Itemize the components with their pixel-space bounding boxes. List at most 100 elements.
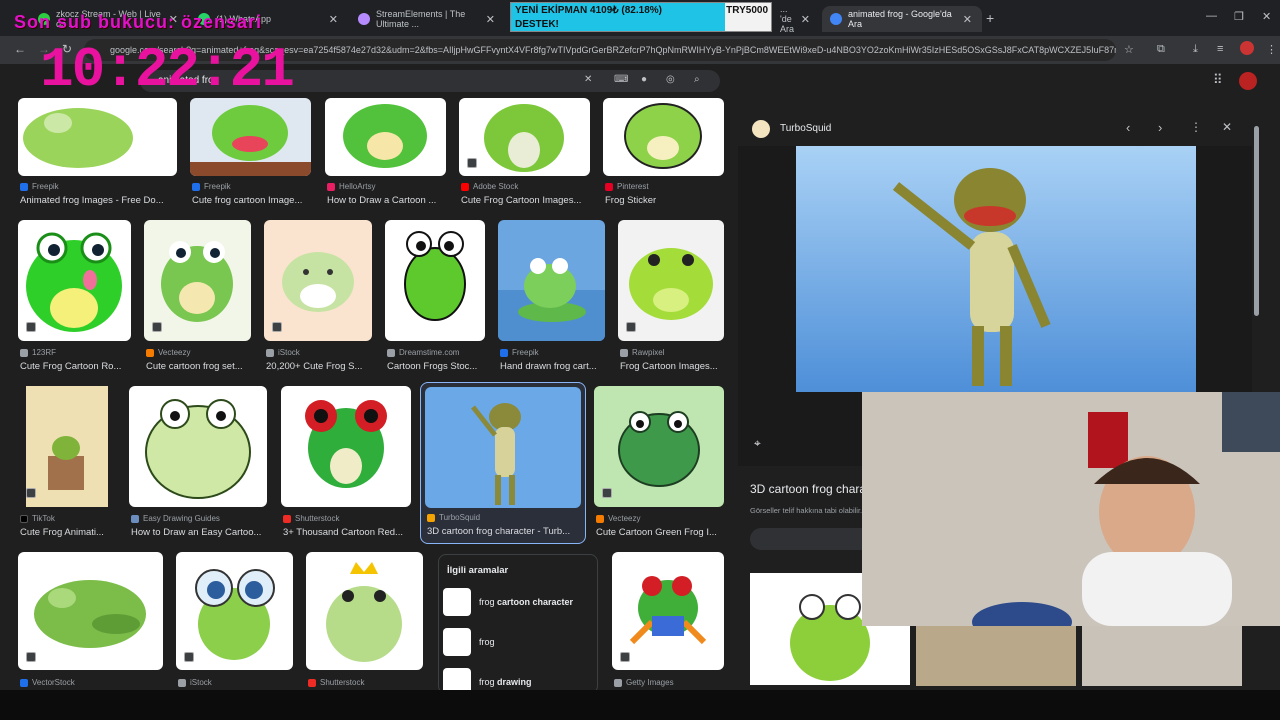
close-icon[interactable]: ✕ (486, 13, 495, 26)
result-title[interactable]: Cute Frog Cartoon Images... (461, 195, 592, 206)
related-image[interactable] (916, 626, 1076, 686)
profile-avatar[interactable] (1240, 41, 1254, 55)
more-options-icon[interactable]: ⋮ (1190, 120, 1202, 134)
related-search-item[interactable]: frog drawing (443, 667, 595, 690)
previous-icon[interactable]: ‹ (1126, 120, 1130, 135)
result-thumbnail[interactable] (18, 552, 163, 670)
image-results-grid: Freepik Animated frog Images - Free Do..… (0, 98, 738, 690)
close-window-icon[interactable]: ✕ (1262, 10, 1271, 23)
result-thumbnail[interactable] (18, 98, 177, 176)
media-icon[interactable]: ≡ (1217, 43, 1223, 55)
result-title[interactable]: 3+ Thousand Cartoon Red... (283, 527, 413, 538)
source-label: Dreamstime.com (399, 348, 460, 357)
result-thumbnail[interactable] (129, 386, 267, 507)
result-thumbnail[interactable] (325, 98, 446, 176)
keyboard-icon[interactable]: ⌨ (614, 74, 628, 85)
vecteezy-icon (596, 514, 604, 523)
123rf-icon (20, 348, 28, 357)
result-source: HelloArtsy (327, 182, 448, 191)
result-title[interactable]: Cartoon Frogs Stoc... (387, 361, 487, 372)
scrollbar-thumb[interactable] (1254, 126, 1259, 316)
webcam-overlay (862, 392, 1280, 626)
menu-icon[interactable]: ⋮ (1266, 43, 1277, 56)
result-thumbnail[interactable] (385, 220, 485, 341)
tab-animated-frog[interactable]: animated frog - Google'da Ara ✕ (822, 6, 982, 32)
result-title[interactable]: Cute Frog Animati... (20, 527, 118, 538)
result-title[interactable]: Cute Cartoon Green Frog I... (596, 527, 726, 538)
result-source: VectorStock (20, 678, 165, 687)
result-thumbnail[interactable] (603, 98, 724, 176)
source-label: HelloArtsy (339, 182, 376, 191)
result-source: Shutterstock (308, 678, 425, 687)
copyright-notice: Görseller telif hakkına tabi olabilir. (750, 506, 863, 515)
result-thumbnail[interactable] (281, 386, 411, 507)
lens-icon[interactable]: ◎ (666, 74, 675, 85)
result-thumbnail[interactable] (306, 552, 423, 670)
result-title[interactable]: Cute frog cartoon Image... (192, 195, 313, 206)
image-result-selected[interactable]: TurboSquid 3D cartoon frog character - T… (420, 382, 586, 544)
result-title[interactable]: 3D cartoon frog character - Turb... (427, 526, 583, 537)
result-title[interactable]: Animated frog Images - Free Do... (20, 195, 177, 206)
shutterstock-icon (308, 678, 316, 687)
download-icon[interactable]: ⤓ (1193, 43, 1198, 56)
result-title[interactable]: Frog Sticker (605, 195, 726, 206)
close-icon[interactable]: ✕ (329, 13, 338, 26)
source-label: Getty Images (626, 678, 674, 687)
apps-grid-icon[interactable]: ⠿ (1213, 72, 1223, 88)
tab-streamelements[interactable]: StreamElements | The Ultimate ... ✕ (350, 6, 505, 32)
result-title[interactable]: How to Draw an Easy Cartoo... (131, 527, 269, 538)
source-label: iStock (190, 678, 212, 687)
clear-icon[interactable]: ✕ (584, 74, 592, 85)
result-source: 123RF (20, 348, 133, 357)
minimize-icon[interactable]: — (1206, 10, 1217, 22)
pinterest-icon (605, 182, 613, 191)
back-icon[interactable]: ← (14, 42, 26, 56)
result-source: Vecteezy (596, 514, 726, 523)
source-label: iStock (278, 348, 300, 357)
tab-google-search[interactable]: ... 'de Ara ✕ (772, 4, 820, 34)
adobe-stock-icon (461, 182, 469, 191)
search-icon[interactable]: ⌕ (694, 74, 700, 85)
related-label: frog drawing (479, 677, 532, 687)
result-title[interactable]: How to Draw a Cartoon ... (327, 195, 448, 206)
video-badge-icon (272, 322, 282, 332)
result-thumbnail[interactable] (459, 98, 590, 176)
source-label: Vecteezy (158, 348, 191, 357)
visual-search-icon[interactable]: ⌖ (754, 436, 761, 451)
related-image[interactable] (1082, 626, 1242, 686)
result-title[interactable]: Cute cartoon frog set... (146, 361, 253, 372)
related-prefix: frog (479, 637, 495, 647)
result-source: Pinterest (605, 182, 726, 191)
related-search-item[interactable]: frog (443, 627, 595, 657)
panel-source[interactable]: TurboSquid (780, 123, 831, 134)
extensions-icon[interactable]: ⧉ (1157, 43, 1165, 56)
close-panel-icon[interactable]: ✕ (1222, 120, 1232, 134)
next-icon[interactable]: › (1158, 120, 1162, 135)
result-source: TurboSquid (427, 513, 583, 522)
goal-target: TRY5000 (726, 5, 768, 16)
easy-drawing-guides-icon (131, 514, 139, 523)
preview-image[interactable] (796, 146, 1196, 392)
result-thumbnail[interactable] (190, 98, 311, 176)
related-label: frog (479, 637, 495, 647)
video-badge-icon (467, 158, 477, 168)
result-thumbnail[interactable] (594, 386, 724, 507)
microphone-icon[interactable]: ● (641, 74, 647, 85)
result-thumbnail[interactable] (425, 387, 581, 508)
close-icon[interactable]: ✕ (801, 13, 810, 26)
bookmark-star-icon[interactable]: ☆ (1124, 43, 1134, 56)
result-title[interactable]: Frog Cartoon Images... (620, 361, 726, 372)
tab-label: ... 'de Ara (780, 4, 795, 34)
source-label: Adobe Stock (473, 182, 519, 191)
maximize-icon[interactable]: ❐ (1234, 10, 1244, 23)
new-tab-button[interactable]: + (986, 10, 994, 26)
close-icon[interactable]: ✕ (963, 13, 972, 26)
result-title[interactable]: Cute Frog Cartoon Ro... (20, 361, 133, 372)
result-title[interactable]: 20,200+ Cute Frog S... (266, 361, 374, 372)
tiktok-icon (20, 514, 28, 523)
account-avatar[interactable] (1239, 72, 1257, 90)
helloartsy-icon (327, 182, 335, 191)
related-search-item[interactable]: frog cartoon character (443, 587, 595, 617)
result-thumbnail[interactable] (498, 220, 605, 341)
result-title[interactable]: Hand drawn frog cart... (500, 361, 607, 372)
